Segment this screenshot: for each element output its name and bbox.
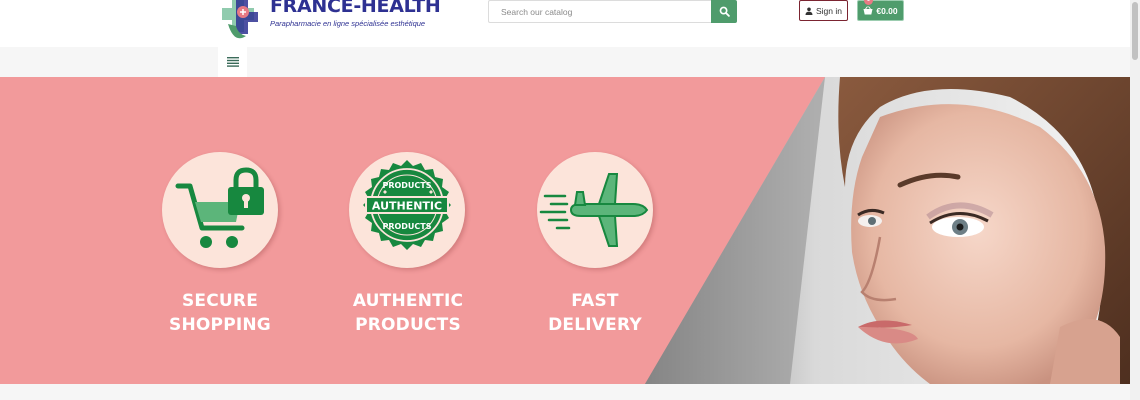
cart-count-badge: 0: [864, 0, 873, 5]
content-background: [0, 384, 1130, 400]
hamburger-menu-icon: [226, 57, 239, 67]
logo-name: FRANCE-HEALTH: [270, 0, 441, 17]
feature-label-line2: PRODUCTS: [355, 315, 461, 335]
search-input[interactable]: [488, 0, 712, 23]
search-button[interactable]: [711, 0, 737, 23]
feature-circle: AUTHENTIC PRODUCTS PRODUCTS: [349, 152, 465, 268]
user-icon: [805, 7, 813, 15]
badge-top-text: PRODUCTS: [382, 181, 431, 190]
vertical-scrollbar[interactable]: [1130, 0, 1140, 400]
page: FRANCE-HEALTH Parapharmacie en ligne spé…: [0, 0, 1140, 400]
menu-toggle-button[interactable]: [218, 47, 247, 77]
feature-circle: [162, 152, 278, 268]
search-form: [488, 0, 737, 23]
feature-circle: [537, 152, 653, 268]
sign-in-label: Sign in: [816, 5, 842, 16]
feature-label-line1: SECURE: [181, 291, 259, 311]
nav-bar: [0, 47, 1130, 77]
site-logo[interactable]: FRANCE-HEALTH Parapharmacie en ligne spé…: [218, 0, 441, 44]
authentic-products-badge-icon: AUTHENTIC PRODUCTS PRODUCTS: [363, 160, 451, 250]
pharmacy-cross-logo-icon: [222, 0, 258, 39]
scrollbar-thumb[interactable]: [1132, 2, 1138, 60]
feature-label-line2: DELIVERY: [548, 315, 642, 335]
badge-center-text: AUTHENTIC: [372, 200, 442, 213]
cart-lock-icon: [175, 167, 264, 248]
feature-label-line1: FAST: [571, 291, 619, 311]
cart-total: €0.00: [876, 5, 898, 16]
airplane-icon: [539, 173, 649, 247]
badge-bottom-text: PRODUCTS: [382, 222, 431, 231]
site-header: FRANCE-HEALTH Parapharmacie en ligne spé…: [0, 0, 1130, 47]
sign-in-button[interactable]: Sign in: [799, 0, 848, 21]
feature-label-line1: AUTHENTIC: [352, 291, 464, 311]
hero-banner[interactable]: SECURE SHOPPING AUTHENTIC PRODUCTS PRODU…: [0, 77, 1130, 384]
logo-tagline: Parapharmacie en ligne spécialisée esthé…: [270, 19, 426, 28]
cart-button[interactable]: 0 €0.00: [857, 0, 904, 21]
search-icon: [719, 6, 730, 17]
basket-icon: [863, 6, 873, 15]
feature-label-line2: SHOPPING: [169, 315, 271, 335]
